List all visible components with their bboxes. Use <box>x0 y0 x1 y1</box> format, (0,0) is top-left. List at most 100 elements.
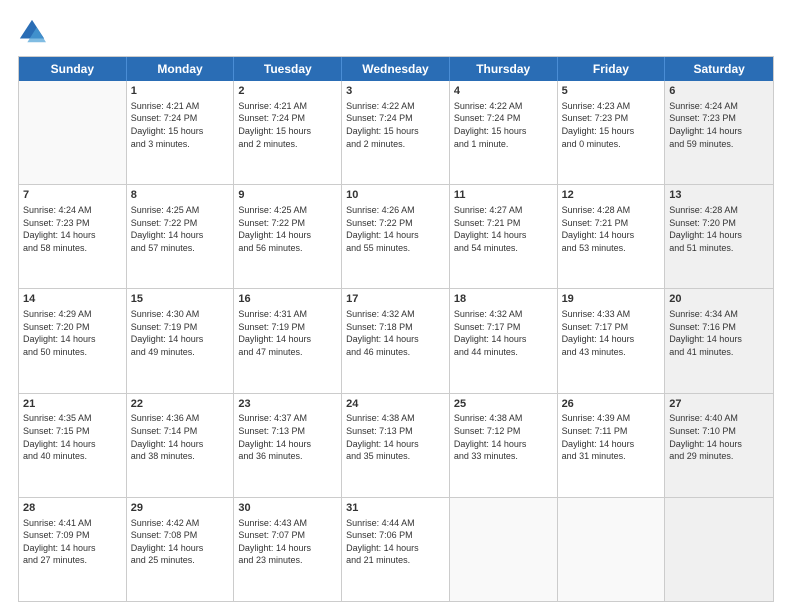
calendar-cell-day-18: 18Sunrise: 4:32 AM Sunset: 7:17 PM Dayli… <box>450 289 558 392</box>
calendar-cell-empty <box>450 498 558 601</box>
calendar-cell-day-25: 25Sunrise: 4:38 AM Sunset: 7:12 PM Dayli… <box>450 394 558 497</box>
calendar-row-4: 21Sunrise: 4:35 AM Sunset: 7:15 PM Dayli… <box>19 394 773 498</box>
cell-text-8: Sunrise: 4:25 AM Sunset: 7:22 PM Dayligh… <box>131 204 230 254</box>
cell-text-22: Sunrise: 4:36 AM Sunset: 7:14 PM Dayligh… <box>131 412 230 462</box>
cell-text-13: Sunrise: 4:28 AM Sunset: 7:20 PM Dayligh… <box>669 204 769 254</box>
calendar-cell-day-5: 5Sunrise: 4:23 AM Sunset: 7:23 PM Daylig… <box>558 81 666 184</box>
cell-text-21: Sunrise: 4:35 AM Sunset: 7:15 PM Dayligh… <box>23 412 122 462</box>
cell-text-20: Sunrise: 4:34 AM Sunset: 7:16 PM Dayligh… <box>669 308 769 358</box>
calendar-cell-day-31: 31Sunrise: 4:44 AM Sunset: 7:06 PM Dayli… <box>342 498 450 601</box>
day-number-18: 18 <box>454 292 553 307</box>
cell-text-23: Sunrise: 4:37 AM Sunset: 7:13 PM Dayligh… <box>238 412 337 462</box>
calendar-cell-day-14: 14Sunrise: 4:29 AM Sunset: 7:20 PM Dayli… <box>19 289 127 392</box>
day-number-5: 5 <box>562 84 661 99</box>
day-number-10: 10 <box>346 188 445 203</box>
cell-text-15: Sunrise: 4:30 AM Sunset: 7:19 PM Dayligh… <box>131 308 230 358</box>
weekday-header-sunday: Sunday <box>19 57 127 81</box>
cell-text-24: Sunrise: 4:38 AM Sunset: 7:13 PM Dayligh… <box>346 412 445 462</box>
calendar-cell-day-21: 21Sunrise: 4:35 AM Sunset: 7:15 PM Dayli… <box>19 394 127 497</box>
calendar-cell-day-1: 1Sunrise: 4:21 AM Sunset: 7:24 PM Daylig… <box>127 81 235 184</box>
day-number-8: 8 <box>131 188 230 203</box>
day-number-24: 24 <box>346 397 445 412</box>
calendar-cell-day-26: 26Sunrise: 4:39 AM Sunset: 7:11 PM Dayli… <box>558 394 666 497</box>
cell-text-19: Sunrise: 4:33 AM Sunset: 7:17 PM Dayligh… <box>562 308 661 358</box>
cell-text-12: Sunrise: 4:28 AM Sunset: 7:21 PM Dayligh… <box>562 204 661 254</box>
day-number-26: 26 <box>562 397 661 412</box>
weekday-header-friday: Friday <box>558 57 666 81</box>
calendar-cell-day-7: 7Sunrise: 4:24 AM Sunset: 7:23 PM Daylig… <box>19 185 127 288</box>
day-number-3: 3 <box>346 84 445 99</box>
calendar-cell-day-15: 15Sunrise: 4:30 AM Sunset: 7:19 PM Dayli… <box>127 289 235 392</box>
day-number-9: 9 <box>238 188 337 203</box>
calendar-cell-day-24: 24Sunrise: 4:38 AM Sunset: 7:13 PM Dayli… <box>342 394 450 497</box>
weekday-header-tuesday: Tuesday <box>234 57 342 81</box>
calendar-header: SundayMondayTuesdayWednesdayThursdayFrid… <box>19 57 773 81</box>
day-number-12: 12 <box>562 188 661 203</box>
day-number-22: 22 <box>131 397 230 412</box>
calendar-cell-day-19: 19Sunrise: 4:33 AM Sunset: 7:17 PM Dayli… <box>558 289 666 392</box>
calendar-cell-day-12: 12Sunrise: 4:28 AM Sunset: 7:21 PM Dayli… <box>558 185 666 288</box>
calendar-cell-day-9: 9Sunrise: 4:25 AM Sunset: 7:22 PM Daylig… <box>234 185 342 288</box>
day-number-28: 28 <box>23 501 122 516</box>
calendar-cell-day-11: 11Sunrise: 4:27 AM Sunset: 7:21 PM Dayli… <box>450 185 558 288</box>
calendar-cell-day-13: 13Sunrise: 4:28 AM Sunset: 7:20 PM Dayli… <box>665 185 773 288</box>
day-number-2: 2 <box>238 84 337 99</box>
day-number-29: 29 <box>131 501 230 516</box>
cell-text-11: Sunrise: 4:27 AM Sunset: 7:21 PM Dayligh… <box>454 204 553 254</box>
weekday-header-thursday: Thursday <box>450 57 558 81</box>
day-number-27: 27 <box>669 397 769 412</box>
cell-text-9: Sunrise: 4:25 AM Sunset: 7:22 PM Dayligh… <box>238 204 337 254</box>
calendar-cell-day-10: 10Sunrise: 4:26 AM Sunset: 7:22 PM Dayli… <box>342 185 450 288</box>
cell-text-18: Sunrise: 4:32 AM Sunset: 7:17 PM Dayligh… <box>454 308 553 358</box>
cell-text-4: Sunrise: 4:22 AM Sunset: 7:24 PM Dayligh… <box>454 100 553 150</box>
day-number-17: 17 <box>346 292 445 307</box>
header <box>18 18 774 46</box>
day-number-25: 25 <box>454 397 553 412</box>
calendar-cell-day-4: 4Sunrise: 4:22 AM Sunset: 7:24 PM Daylig… <box>450 81 558 184</box>
cell-text-30: Sunrise: 4:43 AM Sunset: 7:07 PM Dayligh… <box>238 517 337 567</box>
calendar-cell-day-6: 6Sunrise: 4:24 AM Sunset: 7:23 PM Daylig… <box>665 81 773 184</box>
calendar-row-2: 7Sunrise: 4:24 AM Sunset: 7:23 PM Daylig… <box>19 185 773 289</box>
calendar-cell-day-8: 8Sunrise: 4:25 AM Sunset: 7:22 PM Daylig… <box>127 185 235 288</box>
weekday-header-monday: Monday <box>127 57 235 81</box>
calendar-row-5: 28Sunrise: 4:41 AM Sunset: 7:09 PM Dayli… <box>19 498 773 601</box>
calendar-cell-empty <box>19 81 127 184</box>
cell-text-6: Sunrise: 4:24 AM Sunset: 7:23 PM Dayligh… <box>669 100 769 150</box>
calendar-cell-day-17: 17Sunrise: 4:32 AM Sunset: 7:18 PM Dayli… <box>342 289 450 392</box>
day-number-6: 6 <box>669 84 769 99</box>
calendar-cell-day-3: 3Sunrise: 4:22 AM Sunset: 7:24 PM Daylig… <box>342 81 450 184</box>
weekday-header-saturday: Saturday <box>665 57 773 81</box>
cell-text-1: Sunrise: 4:21 AM Sunset: 7:24 PM Dayligh… <box>131 100 230 150</box>
cell-text-28: Sunrise: 4:41 AM Sunset: 7:09 PM Dayligh… <box>23 517 122 567</box>
day-number-14: 14 <box>23 292 122 307</box>
cell-text-2: Sunrise: 4:21 AM Sunset: 7:24 PM Dayligh… <box>238 100 337 150</box>
day-number-15: 15 <box>131 292 230 307</box>
calendar-cell-day-22: 22Sunrise: 4:36 AM Sunset: 7:14 PM Dayli… <box>127 394 235 497</box>
cell-text-5: Sunrise: 4:23 AM Sunset: 7:23 PM Dayligh… <box>562 100 661 150</box>
weekday-header-wednesday: Wednesday <box>342 57 450 81</box>
cell-text-27: Sunrise: 4:40 AM Sunset: 7:10 PM Dayligh… <box>669 412 769 462</box>
calendar-body: 1Sunrise: 4:21 AM Sunset: 7:24 PM Daylig… <box>19 81 773 601</box>
calendar-cell-empty <box>665 498 773 601</box>
cell-text-26: Sunrise: 4:39 AM Sunset: 7:11 PM Dayligh… <box>562 412 661 462</box>
cell-text-31: Sunrise: 4:44 AM Sunset: 7:06 PM Dayligh… <box>346 517 445 567</box>
logo-icon <box>18 18 46 46</box>
day-number-11: 11 <box>454 188 553 203</box>
cell-text-10: Sunrise: 4:26 AM Sunset: 7:22 PM Dayligh… <box>346 204 445 254</box>
calendar-cell-empty <box>558 498 666 601</box>
calendar-cell-day-16: 16Sunrise: 4:31 AM Sunset: 7:19 PM Dayli… <box>234 289 342 392</box>
day-number-1: 1 <box>131 84 230 99</box>
calendar-cell-day-29: 29Sunrise: 4:42 AM Sunset: 7:08 PM Dayli… <box>127 498 235 601</box>
calendar-row-1: 1Sunrise: 4:21 AM Sunset: 7:24 PM Daylig… <box>19 81 773 185</box>
cell-text-7: Sunrise: 4:24 AM Sunset: 7:23 PM Dayligh… <box>23 204 122 254</box>
page: SundayMondayTuesdayWednesdayThursdayFrid… <box>0 0 792 612</box>
cell-text-25: Sunrise: 4:38 AM Sunset: 7:12 PM Dayligh… <box>454 412 553 462</box>
cell-text-17: Sunrise: 4:32 AM Sunset: 7:18 PM Dayligh… <box>346 308 445 358</box>
day-number-13: 13 <box>669 188 769 203</box>
calendar: SundayMondayTuesdayWednesdayThursdayFrid… <box>18 56 774 602</box>
cell-text-16: Sunrise: 4:31 AM Sunset: 7:19 PM Dayligh… <box>238 308 337 358</box>
day-number-23: 23 <box>238 397 337 412</box>
day-number-4: 4 <box>454 84 553 99</box>
day-number-7: 7 <box>23 188 122 203</box>
calendar-cell-day-23: 23Sunrise: 4:37 AM Sunset: 7:13 PM Dayli… <box>234 394 342 497</box>
